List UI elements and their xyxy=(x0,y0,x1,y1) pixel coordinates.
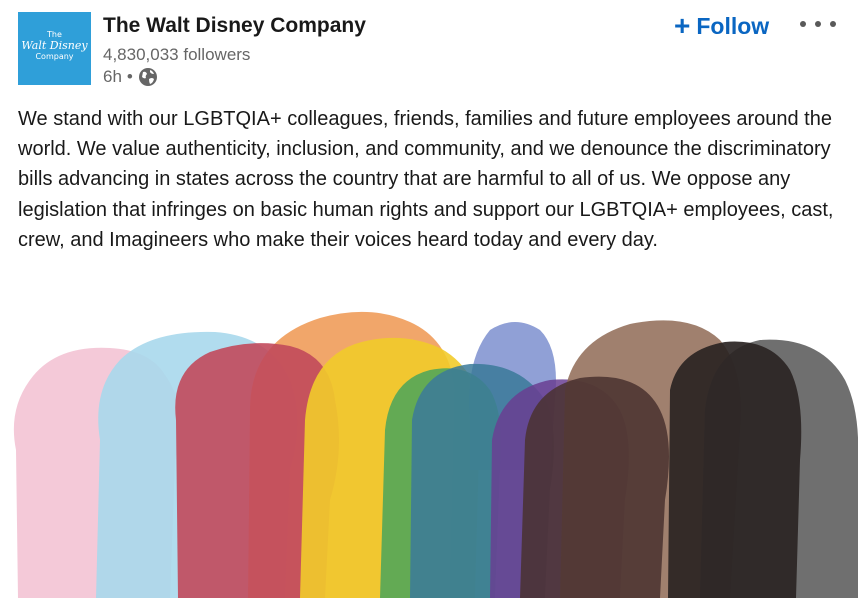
follow-label: Follow xyxy=(696,12,770,39)
dot xyxy=(815,21,821,27)
globe-icon xyxy=(138,67,158,87)
logo-line-1: The xyxy=(47,30,62,39)
post-time: 6h xyxy=(103,67,122,86)
silhouette-black xyxy=(668,341,802,598)
post-image[interactable] xyxy=(0,300,858,598)
dot xyxy=(830,21,836,27)
company-logo[interactable]: The Walt Disney Company xyxy=(18,12,91,85)
logo-line-3: Company xyxy=(35,52,74,61)
follow-button[interactable]: + Follow xyxy=(674,10,769,42)
rainbow-silhouettes-illustration xyxy=(13,311,858,598)
silhouette-dark-brown xyxy=(520,376,669,598)
post-text: We stand with our LGBTQIA+ colleagues, f… xyxy=(18,108,834,251)
follower-count: 4,830,033 followers xyxy=(103,45,251,64)
more-options-icon[interactable] xyxy=(800,14,836,34)
post-meta: 6h • xyxy=(103,67,158,87)
logo-line-2: Walt Disney xyxy=(21,39,88,52)
meta-separator: • xyxy=(126,67,133,86)
company-name-link[interactable]: The Walt Disney Company xyxy=(103,14,366,38)
dot xyxy=(800,21,806,27)
plus-icon: + xyxy=(674,10,691,41)
